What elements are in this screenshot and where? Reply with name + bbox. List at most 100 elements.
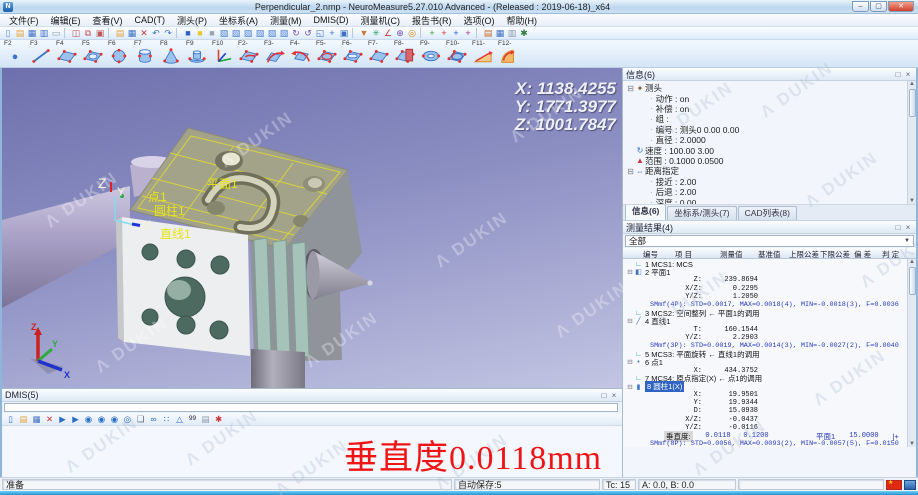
expand-toggle-icon[interactable]: ⊟ xyxy=(626,317,634,325)
undo-icon[interactable]: ↶ xyxy=(150,27,162,39)
results-filter-dropdown[interactable]: 全部 ▼ xyxy=(625,235,914,247)
results-close-icon[interactable]: × xyxy=(903,223,913,232)
result-row[interactable]: 垂直度:0.01180.1200平面115.0000|+ xyxy=(623,432,916,440)
dmis-new-icon[interactable]: ▯ xyxy=(4,413,17,425)
camera-icon[interactable]: ▣ xyxy=(94,27,106,39)
probe-angle-icon[interactable]: ∠ xyxy=(382,27,394,39)
menu-item[interactable]: DMIS(D) xyxy=(308,15,355,25)
info-close-icon[interactable]: × xyxy=(903,70,913,79)
dmis-save-icon[interactable]: ▦ xyxy=(30,413,43,425)
menu-item[interactable]: CAD(T) xyxy=(129,15,172,25)
measure-tool-plane-r[interactable]: F2- xyxy=(236,40,262,67)
save-all-icon[interactable]: ▥ xyxy=(38,27,50,39)
panel-tab[interactable]: 坐标系/测头(7) xyxy=(667,206,736,220)
result-row[interactable]: ⊟╱4 直线1 xyxy=(623,317,916,325)
chart-icon[interactable]: ▦ xyxy=(494,27,506,39)
screen-capture-icon[interactable]: ◫ xyxy=(70,27,82,39)
language-flag-icon[interactable] xyxy=(886,480,902,490)
zoom-fit-icon[interactable]: ▣ xyxy=(338,27,350,39)
measure-tool-arc-r[interactable]: F3- xyxy=(262,40,288,67)
minimize-button[interactable]: – xyxy=(852,1,869,12)
rotate-cw-icon[interactable]: ↻ xyxy=(290,27,302,39)
dmis-tools-icon[interactable]: ✱ xyxy=(212,413,225,425)
dmis-search-icon[interactable]: ∞ xyxy=(147,413,160,425)
view-back-icon[interactable]: ▧ xyxy=(242,27,254,39)
measure-tool-line[interactable]: F3 xyxy=(28,40,54,67)
menu-item[interactable]: 报告书(R) xyxy=(406,14,458,27)
panel-tab[interactable]: CAD列表(8) xyxy=(738,206,797,220)
info-tree-scrollbar[interactable]: ▲▼ xyxy=(907,81,916,204)
dmis-pause-icon[interactable]: ◉ xyxy=(95,413,108,425)
measure-tool-bolt[interactable]: F9 xyxy=(184,40,210,67)
view-wireframe-icon[interactable]: ■ xyxy=(194,27,206,39)
measure-tool-slot-plane[interactable]: F6- xyxy=(340,40,366,67)
result-row[interactable]: X/Z:-0.0437 xyxy=(623,416,916,424)
result-row[interactable]: SMmf(8P): STD=0.0056, MAX=0.0093(2), MIN… xyxy=(623,440,916,447)
result-row[interactable]: ∟5 MCS3: 平面旋转 ← 直线1的调用 xyxy=(623,350,916,358)
measure-tool-sphere[interactable]: F6 xyxy=(106,40,132,67)
settings-icon[interactable]: ✱ xyxy=(518,27,530,39)
menu-item[interactable]: 查看(V) xyxy=(87,14,129,27)
expand-toggle-icon[interactable]: ⊟ xyxy=(626,358,634,366)
cs-origin-icon[interactable]: + xyxy=(426,27,438,39)
dmis-open-icon[interactable]: ▤ xyxy=(17,413,30,425)
measure-tool-point[interactable]: F2 xyxy=(2,40,28,67)
info-tree-item[interactable]: ·深度 : 0.00 xyxy=(626,197,906,205)
dmis-run-all-icon[interactable]: ▶ xyxy=(56,413,69,425)
expand-toggle-icon[interactable]: ⊟ xyxy=(626,383,634,391)
result-row[interactable]: X:19.9501 xyxy=(623,391,916,399)
redo-icon[interactable]: ↷ xyxy=(162,27,174,39)
probe-position-icon[interactable]: ⊕ xyxy=(394,27,406,39)
menu-item[interactable]: 文件(F) xyxy=(3,14,45,27)
measure-tool-cone[interactable]: F8 xyxy=(158,40,184,67)
info-pin-icon[interactable]: □ xyxy=(893,70,903,79)
measure-tool-circle-plane[interactable]: F5- xyxy=(314,40,340,67)
menu-item[interactable]: 编辑(E) xyxy=(45,14,87,27)
result-row[interactable]: Y/Z:1.2050 xyxy=(623,293,916,301)
export-icon[interactable]: ▦ xyxy=(126,27,138,39)
measure-tool-angle[interactable]: F11- xyxy=(470,40,496,67)
snap-icon[interactable]: ◎ xyxy=(406,27,418,39)
menu-item[interactable]: 测量机(C) xyxy=(355,14,407,27)
dmis-close-icon[interactable]: × xyxy=(609,391,619,400)
zoom-in-icon[interactable]: + xyxy=(326,27,338,39)
view-front-icon[interactable]: ▧ xyxy=(230,27,242,39)
delete-icon[interactable]: ✕ xyxy=(138,27,150,39)
measure-tool-arc-r2[interactable]: F4- xyxy=(288,40,314,67)
result-row[interactable]: Y:19.9344 xyxy=(623,399,916,407)
result-row[interactable]: X/Z:0.2295 xyxy=(623,285,916,293)
cs-offset-icon[interactable]: + xyxy=(462,27,474,39)
open-file-icon[interactable]: ▤ xyxy=(14,27,26,39)
measure-tool-plane[interactable]: F4 xyxy=(54,40,80,67)
dmis-step-icon[interactable]: ◉ xyxy=(82,413,95,425)
measure-tool-plane-clip[interactable]: F8- xyxy=(392,40,418,67)
view-left-icon[interactable]: ▧ xyxy=(254,27,266,39)
menu-item[interactable]: 测头(P) xyxy=(171,14,213,27)
menu-item[interactable]: 选项(O) xyxy=(458,14,501,27)
menu-item[interactable]: 坐标系(A) xyxy=(213,14,264,27)
view-top-icon[interactable]: ▧ xyxy=(278,27,290,39)
result-row[interactable]: D:15.0938 xyxy=(623,407,916,415)
probe-teach-icon[interactable]: ▼ xyxy=(358,27,370,39)
measure-tool-cylinder[interactable]: F7 xyxy=(132,40,158,67)
view-iso-icon[interactable]: ▧ xyxy=(218,27,230,39)
cs-rotate-icon[interactable]: + xyxy=(450,27,462,39)
dmis-page-icon[interactable]: ❏ xyxy=(134,413,147,425)
view-hidden-icon[interactable]: ■ xyxy=(206,27,218,39)
result-row[interactable]: ⊟▮8 圆柱1(X) xyxy=(623,383,916,391)
dmis-command-input[interactable] xyxy=(4,403,618,412)
close-button[interactable]: ✕ xyxy=(888,1,914,12)
measure-tool-plane2[interactable]: F7- xyxy=(366,40,392,67)
table-icon[interactable]: ▥ xyxy=(506,27,518,39)
panel-tab[interactable]: 信息(6) xyxy=(625,204,666,220)
expand-toggle-icon[interactable]: ⊟ xyxy=(626,268,634,276)
menu-item[interactable]: 帮助(H) xyxy=(501,14,544,27)
import-icon[interactable]: ▤ xyxy=(114,27,126,39)
new-file-icon[interactable]: ▯ xyxy=(2,27,14,39)
result-row[interactable]: T:160.1544 xyxy=(623,326,916,334)
measure-tool-protractor[interactable]: F12- xyxy=(496,40,522,67)
maximize-button[interactable]: ▢ xyxy=(870,1,887,12)
measure-tool-ring-plane[interactable]: F10- xyxy=(444,40,470,67)
dmis-pin-icon[interactable]: □ xyxy=(599,391,609,400)
dmis-linenumber-icon[interactable]: 99 xyxy=(186,413,199,425)
